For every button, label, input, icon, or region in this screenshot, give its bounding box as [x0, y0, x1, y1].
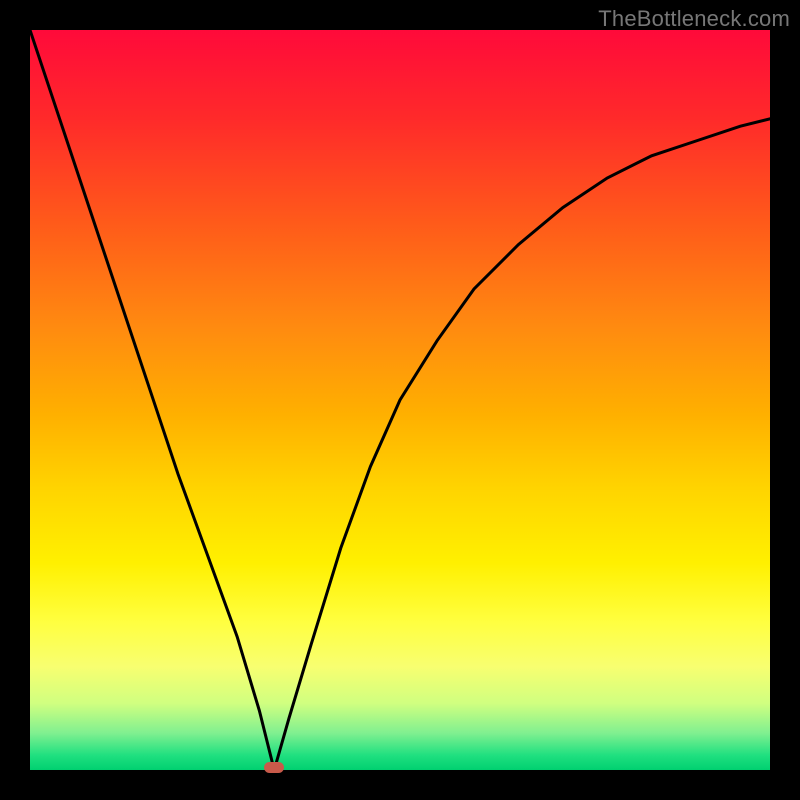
plot-area: [30, 30, 770, 770]
minimum-marker: [264, 762, 284, 773]
chart-frame: TheBottleneck.com: [0, 0, 800, 800]
watermark-label: TheBottleneck.com: [598, 6, 790, 32]
curve-path: [30, 30, 770, 770]
bottleneck-curve: [30, 30, 770, 770]
